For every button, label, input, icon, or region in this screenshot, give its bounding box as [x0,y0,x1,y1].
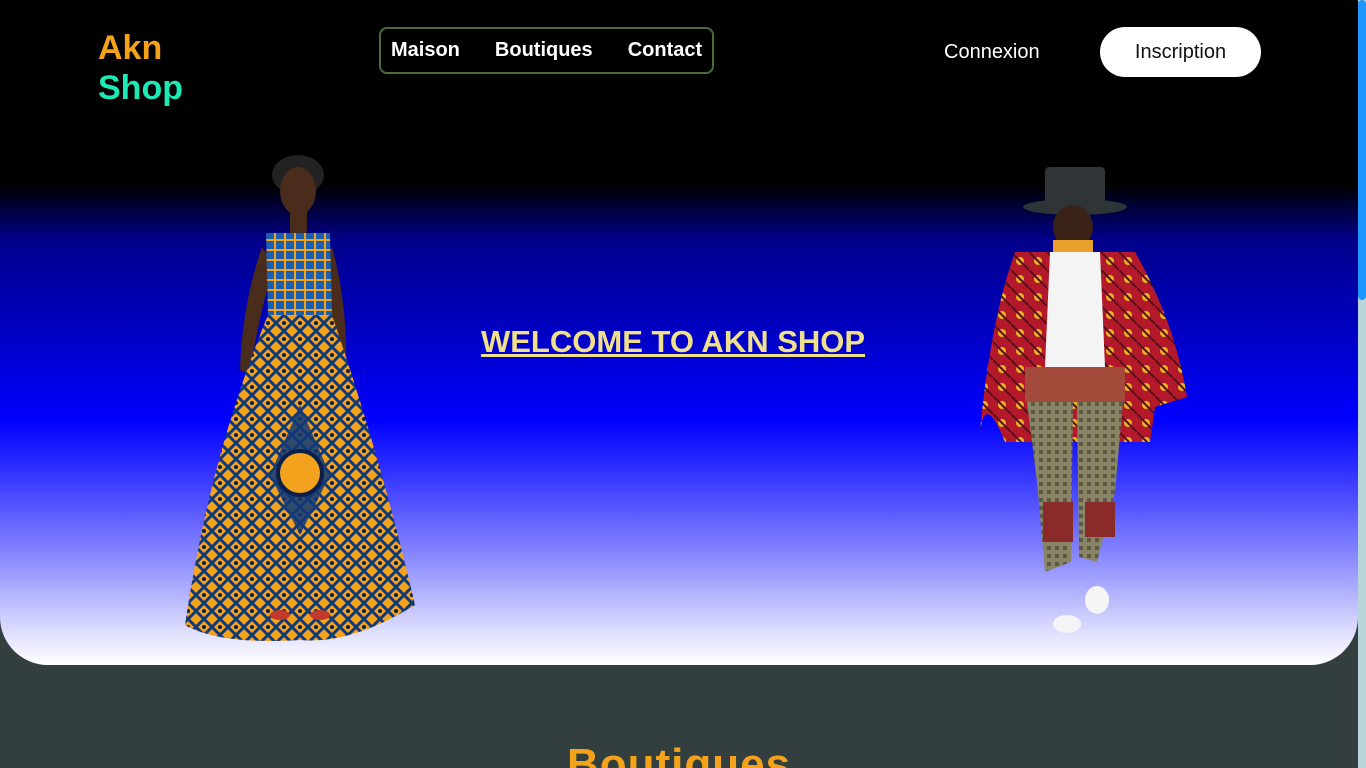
hero-banner: Akn Shop Maison Boutiques Contact Connex… [0,0,1358,665]
page-scrollbar[interactable] [1358,0,1366,768]
male-model-image [980,167,1187,633]
nav-link-boutiques[interactable]: Boutiques [495,39,593,62]
nav-link-contact[interactable]: Contact [628,39,702,62]
boutiques-section-title: Boutiques [566,740,792,768]
main-nav: Maison Boutiques Contact [379,27,714,74]
logo-line-akn: Akn [98,29,163,67]
nav-link-maison[interactable]: Maison [391,39,460,62]
login-button[interactable]: Connexion [944,41,1040,64]
signup-button[interactable]: Inscription [1100,27,1261,77]
female-model-image [185,155,415,641]
welcome-heading: WELCOME TO AKN SHOP [481,324,866,359]
scrollbar-thumb[interactable] [1358,0,1366,300]
logo-line-shop: Shop [98,69,183,107]
site-logo[interactable]: Akn Shop [98,28,183,108]
